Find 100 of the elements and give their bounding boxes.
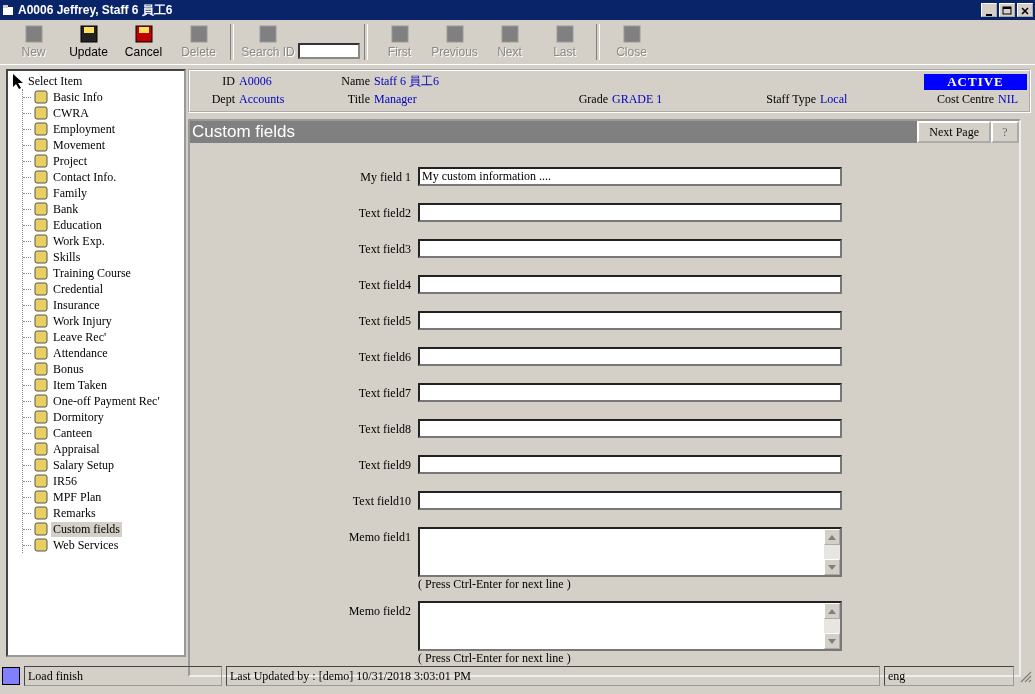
tree-item-icon	[34, 474, 48, 488]
tree-item-icon	[34, 346, 48, 360]
tree-item[interactable]: Basic Info	[51, 89, 105, 105]
tree-item[interactable]: Work Injury	[51, 313, 114, 329]
field-label: My field 1	[359, 169, 411, 186]
down-arrow-icon	[828, 564, 836, 570]
tree-item[interactable]: Education	[51, 217, 104, 233]
tree-item[interactable]: Bonus	[51, 361, 86, 377]
staff-type-value: Local	[820, 92, 849, 107]
field-label: Text field4	[357, 277, 411, 294]
tree-item-icon	[34, 298, 48, 312]
scroll-up-button[interactable]	[824, 529, 840, 545]
toolbar-button[interactable]: Cancel	[116, 22, 171, 62]
up-arrow-icon	[828, 534, 836, 540]
tree-item-icon	[34, 218, 48, 232]
tree-item-icon	[34, 90, 48, 104]
status-indicator	[2, 667, 20, 685]
maximize-button[interactable]	[999, 3, 1015, 17]
tree-item[interactable]: Item Taken	[51, 377, 109, 393]
search-id-label: Search ID	[241, 45, 295, 59]
field-label: Text field6	[357, 349, 411, 366]
text-field[interactable]	[418, 491, 842, 510]
tree-item[interactable]: Family	[51, 185, 89, 201]
tree-item[interactable]: CWRA	[51, 105, 91, 121]
tree-item[interactable]: Remarks	[51, 505, 98, 521]
field-label: Text field8	[357, 421, 411, 438]
status-message: Load finish	[24, 666, 222, 686]
language-indicator: eng	[884, 666, 1014, 686]
tree-item-icon	[34, 138, 48, 152]
scroll-up-button[interactable]	[824, 603, 840, 619]
cost-centre-label: Cost Centre	[936, 92, 994, 107]
status-badge: ACTIVE	[924, 73, 1027, 90]
memo-field[interactable]	[418, 527, 842, 577]
tree-item-icon	[34, 282, 48, 296]
field-label: Memo field2	[347, 603, 411, 620]
tree-item-icon	[34, 106, 48, 120]
tree-item-icon	[34, 234, 48, 248]
next-page-button[interactable]: Next Page	[917, 121, 991, 143]
tree-item[interactable]: Bank	[51, 201, 81, 217]
text-field[interactable]	[418, 383, 842, 402]
section-title: Custom fields	[192, 122, 296, 142]
tree-item[interactable]: Project	[51, 153, 89, 169]
text-field[interactable]: My custom information ....	[418, 167, 842, 186]
tree-item[interactable]: Leave Rec'	[51, 329, 109, 345]
tree-item-icon	[34, 122, 48, 136]
memo-field[interactable]	[418, 601, 842, 651]
staff-type-label: Staff Type	[765, 92, 816, 107]
tree-item-icon	[34, 362, 48, 376]
text-field[interactable]	[418, 275, 842, 294]
dept-value: Accounts	[239, 92, 286, 107]
tree-item[interactable]: Dormitory	[51, 409, 106, 425]
tree-item[interactable]: Custom fields	[51, 521, 122, 537]
tree-item[interactable]: Skills	[51, 249, 83, 265]
tree-item[interactable]: IR56	[51, 473, 79, 489]
field-label: Text field10	[351, 493, 411, 510]
tree-item[interactable]: Training Course	[51, 265, 133, 281]
tree-item-icon	[34, 522, 48, 536]
tree-item[interactable]: Appraisal	[51, 441, 102, 457]
tree-item-icon	[34, 458, 48, 472]
tree-item[interactable]: Contact Info.	[51, 169, 119, 185]
text-field[interactable]	[418, 419, 842, 438]
cost-centre-value: NIL	[998, 92, 1019, 107]
text-field[interactable]	[418, 311, 842, 330]
memo-hint: ( Press Ctrl-Enter for next line )	[418, 651, 572, 666]
tree-item-icon	[34, 394, 48, 408]
tree-item[interactable]: Canteen	[51, 425, 95, 441]
tree-item[interactable]: Salary Setup	[51, 457, 116, 473]
tree-root-label: Select Item	[27, 73, 84, 89]
toolbar-icon	[24, 25, 43, 43]
tree-item[interactable]: Employment	[51, 121, 117, 137]
tree-item[interactable]: MPF Plan	[51, 489, 104, 505]
tree-item[interactable]: Work Exp.	[51, 233, 107, 249]
help-button[interactable]: ?	[991, 121, 1019, 143]
name-value: Staff 6 員工6	[374, 73, 441, 90]
tree-item-icon	[34, 314, 48, 328]
text-field[interactable]	[418, 347, 842, 366]
close-button[interactable]	[1017, 3, 1033, 17]
text-field[interactable]	[418, 455, 842, 474]
tree-item[interactable]: One-off Payment Rec'	[51, 393, 162, 409]
tree-item[interactable]: Movement	[51, 137, 107, 153]
window-title: A0006 Jeffrey, Staff 6 員工6	[18, 1, 174, 19]
text-field[interactable]	[418, 203, 842, 222]
tree-item-icon	[34, 170, 48, 184]
tree-item[interactable]: Credential	[51, 281, 105, 297]
minimize-icon	[986, 14, 992, 16]
tree-item[interactable]: Web Services	[51, 537, 121, 553]
scroll-down-button[interactable]	[824, 559, 840, 575]
cursor-icon	[12, 73, 24, 89]
memo-hint: ( Press Ctrl-Enter for next line )	[418, 577, 572, 592]
minimize-button[interactable]	[981, 3, 997, 17]
scroll-down-button[interactable]	[824, 633, 840, 649]
tree-item-icon	[34, 506, 48, 520]
tree-item[interactable]: Attendance	[51, 345, 110, 361]
toolbar-button[interactable]: Update	[61, 22, 116, 62]
tree-item-icon	[34, 490, 48, 504]
tree-item[interactable]: Insurance	[51, 297, 102, 313]
text-field[interactable]	[418, 239, 842, 258]
job-title-value: Manager	[374, 92, 418, 107]
tree-item-icon	[34, 202, 48, 216]
toolbar-icon	[189, 25, 208, 43]
